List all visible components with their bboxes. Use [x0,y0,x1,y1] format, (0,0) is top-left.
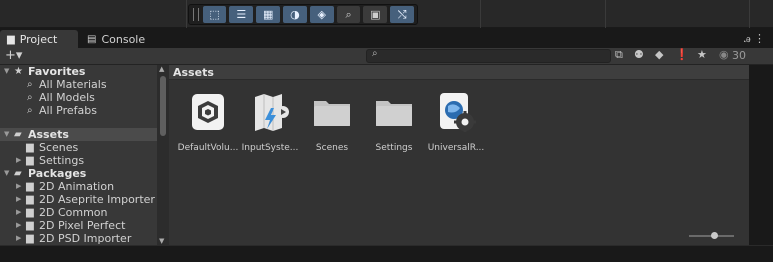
scroll-up-icon[interactable]: ▲ [159,65,164,73]
expand-arrow-icon[interactable]: ▼ [4,65,9,78]
tree-scrollbar[interactable]: ▲ ▼ [157,65,169,245]
folder-icon: ▆ [26,181,34,192]
tree-item-folder[interactable]: ▶ ▆ Settings [0,154,157,167]
hidden-packages-count: 30 [732,49,746,62]
asset-item[interactable]: Settings [363,92,425,157]
shading-icon[interactable]: ◑ [283,6,307,23]
open-folder-icon: ▰ [14,129,22,140]
scene-tools-group: ⬚ ☰ ▦ ◑ ◈ ⌕ ▣ ⤭ [188,4,418,25]
folder-icon [376,101,412,126]
asset-name: Settings [375,143,413,153]
tree-item-favorite[interactable]: ⌕ All Models [0,91,157,104]
asset-name: InputSyste... [241,143,299,153]
toolbar-divider [186,0,187,28]
asset-item[interactable]: UniversalR... [425,92,487,157]
tag-icon[interactable]: ◆ [655,48,663,61]
layers-icon[interactable]: ◈ [309,6,334,23]
visibility-eye-icon[interactable]: ◉ [719,48,729,61]
search-icon: ⌕ [27,105,33,116]
expand-arrow-icon[interactable]: ▼ [4,128,9,141]
tree-item-package[interactable]: ▶ ▆ 2D Common [0,206,157,219]
tree-item-folder[interactable]: ▆ Scenes [0,141,157,154]
tab-project-label: Project [19,32,58,46]
tree-item-package[interactable]: ▶ ▆ 2D PSD Importer [0,232,157,245]
search-by-label-icon[interactable]: ⚉ [634,48,644,61]
collapsed-arrow-icon[interactable]: ▶ [16,154,21,167]
search-icon[interactable]: ⌕ [336,6,361,23]
toolbar-divider [749,0,750,28]
breadcrumb-assets[interactable]: Assets [173,66,214,79]
tree-item-package[interactable]: ▶ ▆ 2D Animation [0,180,157,193]
collapsed-arrow-icon[interactable]: ▶ [16,193,21,206]
render-pipeline-asset-icon [440,93,476,132]
star-icon: ★ [14,66,23,77]
tree-item-favorite[interactable]: ⌕ All Materials [0,78,157,91]
icon-size-slider[interactable] [689,232,734,239]
toolbar-divider [605,0,606,28]
folder-icon: ▆ [7,33,15,45]
folder-icon: ▆ [26,155,34,166]
tree-item-favorites[interactable]: ▼ ★ Favorites [0,65,157,78]
search-icon: ⌕ [27,79,33,90]
status-bar [0,245,773,262]
search-input[interactable]: ⌕ [366,48,611,63]
scene-toolbar-strip: ⬚ ☰ ▦ ◑ ◈ ⌕ ▣ ⤭ [0,0,773,28]
tab-console[interactable]: ▤ Console [80,30,160,48]
asset-grid-panel: Assets DefaultVolu... InputSyste... Scen… [169,65,749,245]
tab-console-label: Console [101,32,146,46]
asset-name: UniversalR... [427,143,485,153]
search-icon: ⌕ [372,48,378,59]
tree-item-packages[interactable]: ▼ ▰ Packages [0,167,157,180]
folder-icon: ▆ [26,142,34,153]
collapsed-arrow-icon[interactable]: ▶ [16,206,21,219]
folder-icon: ▆ [26,220,34,231]
asset-item[interactable]: InputSyste... [239,92,301,157]
breadcrumb: Assets [169,65,749,80]
search-icon: ⌕ [27,92,33,103]
collapsed-arrow-icon[interactable]: ▶ [16,180,21,193]
project-toolbar: +▾ ⌕ ⧉ ⚉ ◆ ❗ ★ ◉ 30 [0,48,773,65]
warning-icon[interactable]: ❗ [675,48,689,61]
asset-item[interactable]: DefaultVolu... [177,92,239,157]
expand-arrow-icon[interactable]: ▼ [4,167,9,180]
input-actions-icon [255,94,289,131]
console-icon: ▤ [87,33,97,45]
project-folder-tree: ▼ ★ Favorites ⌕ All Materials ⌕ All Mode… [0,65,157,245]
tree-item-assets[interactable]: ▼ ▰ Assets [0,128,157,141]
asset-name: DefaultVolu... [177,143,239,153]
search-by-type-icon[interactable]: ⧉ [615,48,623,62]
tree-item-package[interactable]: ▶ ▆ 2D Aseprite Importer [0,193,157,206]
tree-item-package[interactable]: ▶ ▆ 2D Pixel Perfect [0,219,157,232]
camera-icon[interactable]: ▣ [363,6,388,23]
volume-profile-icon [192,94,224,130]
tree-item-favorite[interactable]: ⌕ All Prefabs [0,104,157,117]
collapsed-arrow-icon[interactable]: ▶ [16,232,21,245]
folder-icon: ▆ [26,194,34,205]
gizmo-icon[interactable]: ⤭ [390,6,415,23]
folder-icon: ▆ [26,233,34,244]
scrollbar-thumb[interactable] [160,76,166,136]
asset-name: Scenes [315,143,349,153]
tab-project[interactable]: ▆ Project [0,30,78,48]
lock-and-menu-icon[interactable]: ꭿ ⋮ [744,32,765,46]
align-icon[interactable]: ☰ [229,6,254,23]
favorite-star-icon[interactable]: ★ [697,48,707,61]
grid-icon[interactable]: ▦ [256,6,281,23]
folder-icon: ▆ [26,207,34,218]
rect-select-icon[interactable]: ⬚ [202,6,227,23]
open-folder-icon: ▰ [14,168,22,179]
toolbar-divider [480,0,481,28]
asset-item[interactable]: Scenes [301,92,363,157]
folder-icon [314,101,350,126]
window-tabs: ▆ Project ▤ Console ꭿ ⋮ [0,28,773,48]
drag-grip-icon[interactable] [193,8,199,21]
right-edge-panel [749,65,773,245]
scroll-down-icon[interactable]: ▼ [159,237,164,245]
add-dropdown-button[interactable]: +▾ [5,48,22,63]
collapsed-arrow-icon[interactable]: ▶ [16,219,21,232]
slider-handle[interactable] [711,232,718,239]
